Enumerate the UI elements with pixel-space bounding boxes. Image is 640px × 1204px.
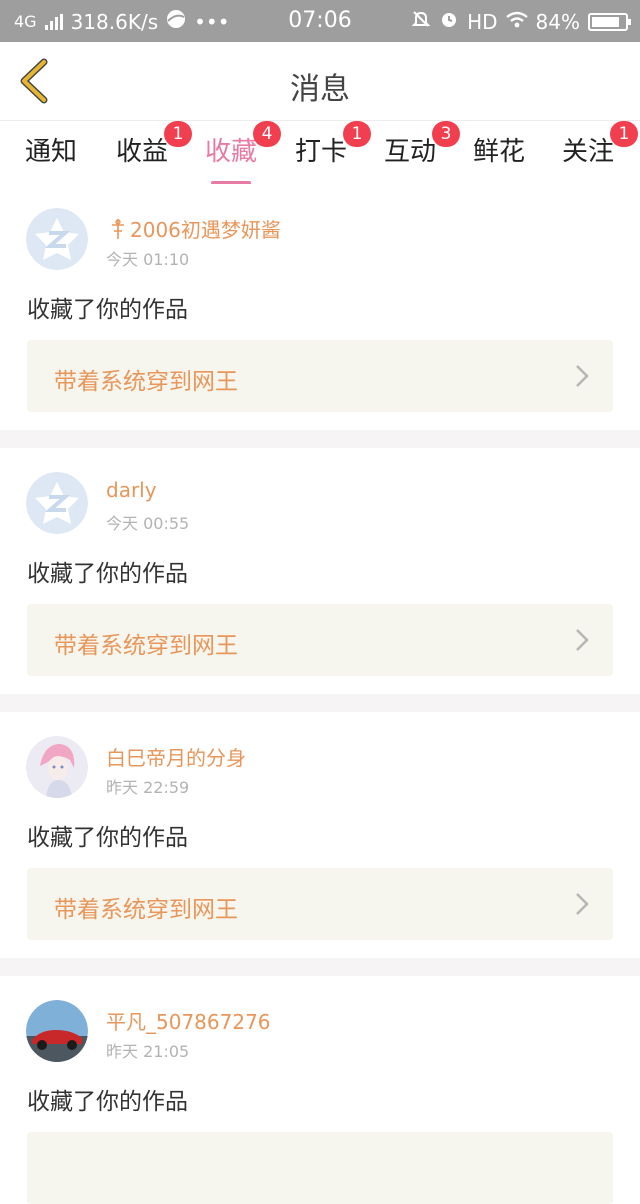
tab-earnings[interactable]: 收益 1	[116, 121, 192, 181]
unread-badge: 3	[432, 121, 460, 147]
tab-label: 鲜花	[473, 137, 526, 167]
unread-badge: 1	[610, 121, 638, 147]
tab-follow[interactable]: 关注 1	[562, 121, 638, 181]
timestamp: 今天 01:10	[106, 250, 190, 269]
tab-label: 互动	[384, 137, 437, 167]
work-title: 带着系统穿到网王	[54, 369, 238, 395]
unread-badge: 1	[343, 121, 371, 147]
timestamp: 昨天 22:59	[106, 778, 190, 797]
tab-interaction[interactable]: 互动 3	[384, 121, 460, 181]
work-link[interactable]: 带着系统穿到网王	[27, 868, 613, 940]
anime-character-avatar-icon	[26, 736, 88, 798]
status-bar: 4G 318.6K/s ••• 07:06 HD 84%	[0, 0, 640, 42]
tab-label: 通知	[25, 137, 78, 167]
flower-ornament-icon	[112, 219, 124, 239]
mute-icon	[411, 9, 431, 34]
avatar[interactable]	[26, 208, 88, 270]
default-avatar-icon	[26, 472, 88, 534]
action-text: 收藏了你的作品	[27, 297, 188, 323]
alarm-icon	[439, 9, 459, 34]
battery-icon	[588, 12, 631, 31]
action-text: 收藏了你的作品	[27, 561, 188, 587]
divider	[0, 694, 640, 712]
user-name[interactable]: 白巳帝月的分身	[106, 742, 246, 771]
tab-flowers[interactable]: 鲜花	[473, 131, 525, 181]
divider	[0, 430, 640, 448]
list-item: 白巳帝月的分身 昨天 22:59 收藏了你的作品 带着系统穿到网王	[0, 712, 640, 958]
work-link[interactable]: 带着系统穿到网王	[27, 340, 613, 412]
list-item: 平凡_507867276 昨天 21:05 收藏了你的作品	[0, 976, 640, 1204]
timestamp: 昨天 21:05	[106, 1042, 190, 1061]
work-link[interactable]: 带着系统穿到网王	[27, 604, 613, 676]
tab-label: 打卡	[295, 137, 348, 167]
avatar[interactable]	[26, 736, 88, 798]
work-title: 带着系统穿到网王	[54, 897, 238, 923]
action-text: 收藏了你的作品	[27, 825, 188, 851]
chevron-right-icon	[576, 365, 589, 387]
timestamp: 今天 00:55	[106, 514, 190, 533]
tab-label: 收藏	[205, 137, 258, 167]
action-text: 收藏了你的作品	[27, 1089, 188, 1115]
avatar[interactable]	[26, 472, 88, 534]
hd-indicator: HD	[467, 9, 498, 34]
app-header: 消息	[0, 42, 640, 121]
list-item: 2006初遇梦妍酱 今天 01:10 收藏了你的作品 带着系统穿到网王	[0, 184, 640, 430]
divider	[0, 958, 640, 976]
user-name[interactable]: 2006初遇梦妍酱	[106, 214, 281, 243]
tab-checkin[interactable]: 打卡 1	[295, 121, 371, 181]
tab-notice[interactable]: 通知	[25, 131, 77, 181]
unread-badge: 4	[253, 121, 281, 147]
chevron-right-icon	[576, 893, 589, 915]
tab-label: 关注	[562, 137, 615, 167]
favorites-feed: 2006初遇梦妍酱 今天 01:10 收藏了你的作品 带着系统穿到网王 darl…	[0, 184, 640, 1204]
avatar[interactable]	[26, 1000, 88, 1062]
user-name-text: 2006初遇梦妍酱	[130, 218, 281, 242]
list-item: darly 今天 00:55 收藏了你的作品 带着系统穿到网王	[0, 448, 640, 694]
car-avatar-icon	[26, 1000, 88, 1062]
tab-favorites[interactable]: 收藏 4	[205, 121, 281, 185]
battery-percent: 84%	[535, 9, 580, 34]
work-link[interactable]	[27, 1132, 613, 1204]
wifi-icon	[505, 10, 528, 34]
tab-bar: 通知 收益 1 收藏 4 打卡 1 互动 3 鲜花 关注 1	[0, 121, 640, 185]
chevron-right-icon	[576, 629, 589, 651]
tab-label: 收益	[116, 137, 169, 167]
user-name[interactable]: 平凡_507867276	[106, 1006, 271, 1035]
page-title: 消息	[290, 72, 350, 107]
user-name[interactable]: darly	[106, 478, 157, 502]
unread-badge: 1	[164, 121, 192, 147]
default-avatar-icon	[26, 208, 88, 270]
work-title: 带着系统穿到网王	[54, 633, 238, 659]
